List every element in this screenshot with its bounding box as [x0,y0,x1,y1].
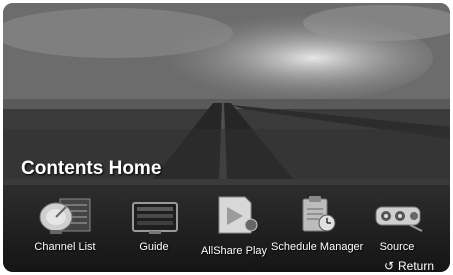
channel-list-label: Channel List [34,241,96,253]
return-label: Return [398,259,435,272]
sky-background [3,3,450,103]
page-title: Contents Home [21,158,162,179]
return-arrow-icon: ↺ [384,259,395,272]
source-item[interactable]: Source [352,195,442,265]
contents-home-screen: Contents Home Channel List Guide AllShar… [3,3,450,272]
return-button[interactable]: ↺ Return [384,259,434,272]
source-icon [375,206,423,232]
guide-item[interactable]: Guide [109,195,199,265]
schedule-manager-label: Schedule Manager [271,241,364,253]
allshare-play-label: AllShare Play [200,245,268,257]
tv-guide-icon [132,202,178,234]
allshare-play-item[interactable]: AllShare Play [189,195,279,265]
source-label: Source [379,241,415,253]
satellite-dish-icon [39,198,91,234]
schedule-manager-item[interactable]: Schedule Manager [271,195,364,265]
schedule-manager-icon [302,196,336,232]
channel-list-item[interactable]: Channel List [20,195,110,265]
allshare-play-icon [218,196,258,234]
guide-label: Guide [139,241,169,253]
